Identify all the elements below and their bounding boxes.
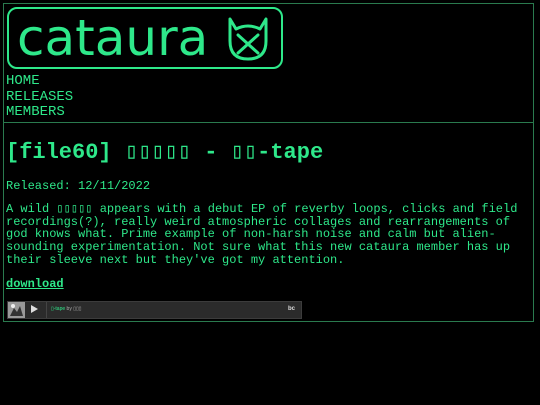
site-logo[interactable]: cataura	[7, 7, 283, 69]
nav-home[interactable]: HOME	[6, 73, 73, 90]
player-track[interactable]: ▯-tape by ▯▯▯ bc	[46, 302, 301, 318]
bandcamp-player: ▯-tape by ▯▯▯ bc	[7, 301, 302, 319]
track-title[interactable]: ▯-tape	[51, 306, 65, 312]
track-label: ▯-tape by ▯▯▯	[51, 306, 81, 312]
track-artist: by ▯▯▯	[66, 306, 82, 312]
release-title: [file60] ▯▯▯▯▯ - ▯▯-tape	[6, 140, 324, 165]
header-divider	[4, 122, 533, 123]
main-nav: HOME RELEASES MEMBERS	[6, 73, 73, 121]
album-thumbnail[interactable]	[8, 302, 25, 318]
cat-logo-icon	[228, 17, 268, 61]
bandcamp-logo-icon[interactable]: bc	[288, 306, 295, 312]
play-icon[interactable]	[31, 305, 38, 313]
release-description: A wild ▯▯▯▯▯ appears with a debut EP of …	[6, 202, 518, 267]
page-frame: cataura HOME RELEASES MEMBERS [file60] ▯…	[3, 3, 534, 322]
nav-releases[interactable]: RELEASES	[6, 89, 73, 106]
nav-members[interactable]: MEMBERS	[6, 104, 73, 121]
logo-text: cataura	[17, 9, 209, 67]
download-link[interactable]: download	[6, 277, 64, 291]
release-date: Released: 12/11/2022	[6, 179, 151, 193]
